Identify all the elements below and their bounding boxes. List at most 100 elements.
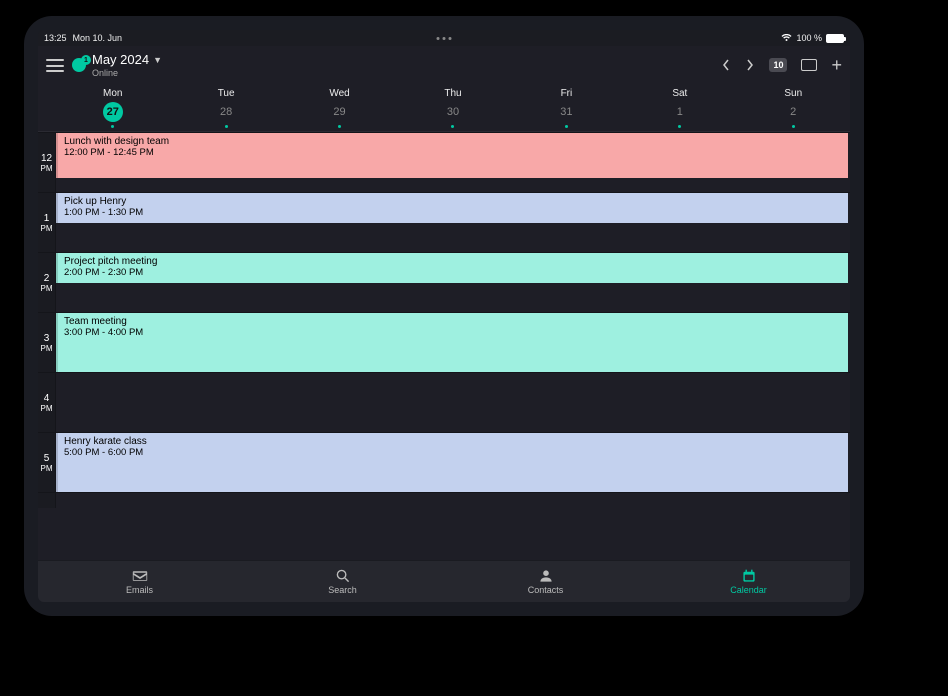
calendar-event-pickup[interactable]: Pick up Henry 1:00 PM - 1:30 PM (56, 193, 848, 223)
calendar-icon (741, 569, 757, 583)
day-number: 28 (216, 102, 236, 122)
event-title: Pick up Henry (64, 196, 842, 207)
hour-row-partial-6pm (38, 492, 850, 508)
event-indicator-dot (111, 125, 114, 128)
add-event-button[interactable]: + (831, 58, 842, 72)
day-number: 2 (783, 102, 803, 122)
time-ampm: PM (41, 344, 53, 353)
time-hour: 1 (44, 213, 50, 224)
today-button[interactable]: 10 (769, 58, 787, 72)
time-gutter: 5 PM (38, 433, 56, 492)
event-time: 1:00 PM - 1:30 PM (64, 207, 842, 218)
nav-label: Calendar (730, 585, 767, 595)
nav-label: Emails (126, 585, 153, 595)
day-number: 27 (103, 102, 123, 122)
screen: 13:25 Mon 10. Jun 100 % 1 (38, 30, 850, 602)
event-title: Project pitch meeting (64, 256, 842, 267)
bottom-nav: Emails Search Contacts Calendar (38, 560, 850, 602)
tablet-frame: 13:25 Mon 10. Jun 100 % 1 (24, 16, 864, 616)
day-header-fri[interactable]: Fri 31 (510, 84, 623, 131)
status-date: Mon 10. Jun (73, 33, 123, 43)
event-slot[interactable]: Team meeting 3:00 PM - 4:00 PM (56, 313, 850, 372)
status-time: 13:25 (44, 33, 67, 43)
time-gutter (38, 493, 56, 508)
chevron-down-icon: ▼ (153, 55, 162, 65)
search-icon (335, 569, 351, 583)
hour-row-3pm: 3 PM Team meeting 3:00 PM - 4:00 PM (38, 312, 850, 372)
day-header-mon[interactable]: Mon 27 (56, 84, 169, 131)
hour-row-1pm: 1 PM Pick up Henry 1:00 PM - 1:30 PM (38, 192, 850, 252)
battery-percent: 100 % (796, 33, 822, 43)
battery-icon (826, 34, 844, 43)
day-name-label: Wed (329, 88, 349, 99)
time-gutter: 4 PM (38, 373, 56, 432)
nav-contacts[interactable]: Contacts (444, 561, 647, 602)
day-header-tue[interactable]: Tue 28 (169, 84, 282, 131)
time-ampm: PM (41, 164, 53, 173)
nav-search[interactable]: Search (241, 561, 444, 602)
view-toggle-button[interactable] (801, 59, 817, 71)
event-indicator-dot (451, 125, 454, 128)
event-slot[interactable]: Henry karate class 5:00 PM - 6:00 PM (56, 433, 850, 492)
prev-week-button[interactable] (721, 58, 731, 72)
status-bar: 13:25 Mon 10. Jun 100 % (38, 30, 850, 46)
status-bar-handle[interactable] (437, 37, 452, 40)
wifi-icon (781, 34, 792, 42)
event-slot[interactable]: Pick up Henry 1:00 PM - 1:30 PM (56, 193, 850, 252)
time-gutter: 3 PM (38, 313, 56, 372)
event-indicator-dot (678, 125, 681, 128)
online-status: Online (92, 68, 162, 78)
day-header-sat[interactable]: Sat 1 (623, 84, 736, 131)
event-title: Lunch with design team (64, 136, 842, 147)
time-ampm: PM (41, 284, 53, 293)
hour-row-2pm: 2 PM Project pitch meeting 2:00 PM - 2:3… (38, 252, 850, 312)
month-selector[interactable]: May 2024 ▼ Online (92, 52, 162, 78)
day-header-sun[interactable]: Sun 2 (737, 84, 850, 131)
nav-emails[interactable]: Emails (38, 561, 241, 602)
event-time: 2:00 PM - 2:30 PM (64, 267, 842, 278)
time-gutter: 2 PM (38, 253, 56, 312)
event-slot[interactable] (56, 373, 850, 432)
event-title: Team meeting (64, 316, 842, 327)
time-hour: 3 (44, 333, 50, 344)
day-timeline[interactable]: 12 PM Lunch with design team 12:00 PM - … (38, 132, 850, 560)
time-hour: 5 (44, 453, 50, 464)
day-name-label: Fri (561, 88, 573, 99)
event-indicator-dot (225, 125, 228, 128)
month-title: May 2024 (92, 52, 149, 67)
app-logo[interactable]: 1 (72, 58, 86, 72)
calendar-event-lunch[interactable]: Lunch with design team 12:00 PM - 12:45 … (56, 133, 848, 178)
day-header-wed[interactable]: Wed 29 (283, 84, 396, 131)
day-number: 31 (556, 102, 576, 122)
nav-label: Search (328, 585, 357, 595)
event-indicator-dot (792, 125, 795, 128)
next-week-button[interactable] (745, 58, 755, 72)
day-name-label: Sat (672, 88, 687, 99)
header-right-controls: 10 + (721, 58, 842, 72)
nav-label: Contacts (528, 585, 564, 595)
time-gutter: 12 PM (38, 133, 56, 192)
day-name-label: Mon (103, 88, 122, 99)
week-header: Mon 27 Tue 28 Wed 29 Thu 30 Fri 31 (38, 84, 850, 132)
event-slot[interactable]: Lunch with design team 12:00 PM - 12:45 … (56, 133, 850, 192)
event-slot[interactable] (56, 493, 850, 508)
day-number: 29 (330, 102, 350, 122)
event-time: 5:00 PM - 6:00 PM (64, 447, 842, 458)
time-hour: 12 (41, 153, 52, 164)
time-ampm: PM (41, 404, 53, 413)
calendar-event-karate[interactable]: Henry karate class 5:00 PM - 6:00 PM (56, 433, 848, 492)
event-slot[interactable]: Project pitch meeting 2:00 PM - 2:30 PM (56, 253, 850, 312)
event-time: 12:00 PM - 12:45 PM (64, 147, 842, 158)
day-name-label: Sun (784, 88, 802, 99)
time-gutter: 1 PM (38, 193, 56, 252)
day-number: 30 (443, 102, 463, 122)
time-hour: 2 (44, 273, 50, 284)
hour-row-12pm: 12 PM Lunch with design team 12:00 PM - … (38, 132, 850, 192)
calendar-event-pitch[interactable]: Project pitch meeting 2:00 PM - 2:30 PM (56, 253, 848, 283)
menu-icon[interactable] (46, 58, 64, 72)
calendar-event-team[interactable]: Team meeting 3:00 PM - 4:00 PM (56, 313, 848, 372)
time-hour: 4 (44, 393, 50, 404)
nav-calendar[interactable]: Calendar (647, 561, 850, 602)
status-bar-right: 100 % (781, 33, 844, 43)
day-header-thu[interactable]: Thu 30 (396, 84, 509, 131)
